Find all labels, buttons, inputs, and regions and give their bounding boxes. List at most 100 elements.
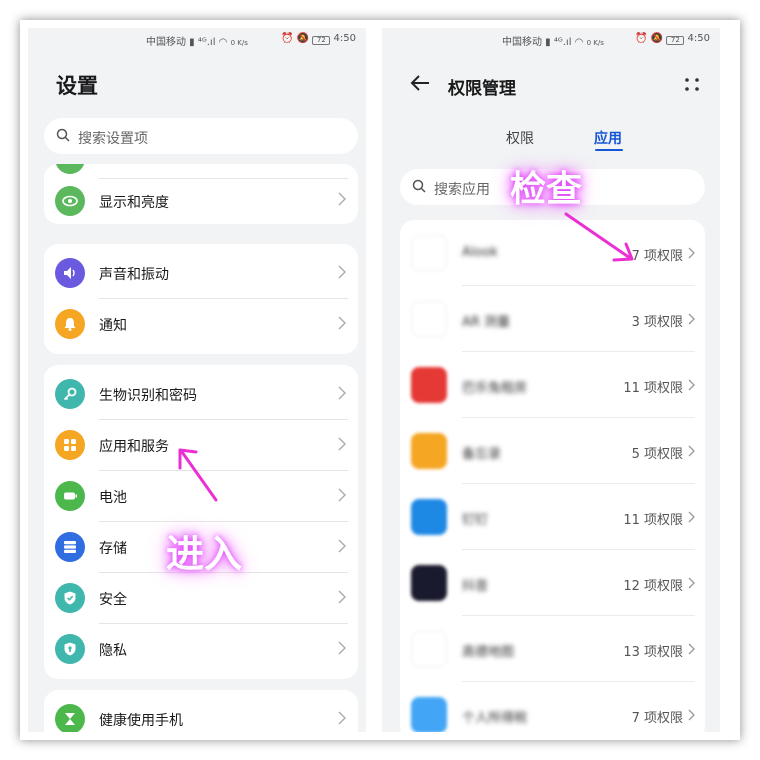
privacy-shield-icon (55, 634, 85, 664)
status-bar: 中国移动 ▮ ⁴ᴳ.ıl ◠ 0 K/s ⏰ 🔕 72 4:50 (382, 28, 720, 50)
permission-count: 7 项权限 (631, 711, 683, 726)
chevron-right-icon (338, 488, 346, 502)
chevron-right-icon (688, 247, 695, 259)
tax-icon (411, 697, 447, 732)
permission-count: 11 项权限 (623, 513, 683, 528)
more-options-icon[interactable] (683, 76, 701, 92)
ar-measure-icon (411, 301, 447, 337)
chevron-right-icon (338, 711, 346, 725)
chevron-right-icon (688, 577, 695, 589)
carrier-label: 中国移动 ▮ ⁴ᴳ.ıl ◠ 0 K/s (146, 37, 248, 48)
chevron-right-icon (688, 379, 695, 391)
app-row[interactable]: 备忘录 5 项权限 (400, 418, 705, 484)
chevron-right-icon (688, 313, 695, 325)
partial-icon (55, 164, 85, 174)
permission-count: 13 项权限 (623, 645, 683, 660)
app-row[interactable]: 钉钉 11 项权限 (400, 484, 705, 550)
app-row[interactable]: 高德地图 13 项权限 (400, 616, 705, 682)
settings-item-label: 显示和亮度 (99, 195, 169, 211)
carrier-label: 中国移动 ▮ ⁴ᴳ.ıl ◠ 0 K/s (502, 37, 604, 48)
memo-icon (411, 433, 447, 469)
net-speed: 0 K/s (586, 39, 604, 47)
app-name: 高德地图 (462, 645, 515, 660)
active-tab-indicator (595, 149, 623, 151)
storage-icon (55, 532, 85, 562)
settings-item-privacy[interactable]: 隐私 (44, 624, 358, 675)
back-arrow-icon[interactable] (410, 74, 430, 92)
battery-icon: 72 (312, 36, 331, 45)
settings-screen: 中国移动 ▮ ⁴ᴳ.ıl ◠ 0 K/s ⏰ 🔕 72 4:50 设置 搜索设置… (28, 28, 366, 732)
settings-item-label: 生物识别和密码 (99, 388, 197, 404)
chevron-right-icon (338, 539, 346, 553)
search-placeholder: 搜索应用 (434, 182, 490, 198)
settings-item-display[interactable]: 显示和亮度 (44, 178, 358, 224)
amap-icon (411, 631, 447, 667)
settings-search-input[interactable]: 搜索设置项 (44, 118, 358, 154)
chevron-right-icon (688, 709, 695, 721)
settings-item-label: 通知 (99, 318, 127, 334)
annotation-check-text: 检查 (510, 169, 583, 210)
app-row[interactable]: 个人所得税 7 项权限 (400, 682, 705, 732)
app-name: 备忘录 (462, 447, 502, 462)
settings-item-sound[interactable]: 声音和振动 (44, 248, 358, 299)
dingtalk-icon (411, 499, 447, 535)
app-row[interactable]: Alook 7 项权限 (400, 220, 705, 286)
settings-item-label: 安全 (99, 592, 127, 608)
battery-icon (55, 481, 85, 511)
hourglass-icon (55, 704, 85, 732)
settings-group-display: 显示和亮度 (44, 164, 358, 224)
permission-manager-screen: 中国移动 ▮ ⁴ᴳ.ıl ◠ 0 K/s ⏰ 🔕 72 4:50 权限管理 权限… (382, 28, 720, 732)
app-row[interactable]: 巴乐兔租房 11 项权限 (400, 352, 705, 418)
settings-group-sound: 声音和振动 通知 (44, 244, 358, 354)
status-right: ⏰ 🔕 72 4:50 (635, 33, 710, 45)
app-name: 钉钉 (462, 513, 489, 528)
settings-item-label: 存储 (99, 541, 127, 557)
chevron-right-icon (338, 192, 346, 206)
permission-count: 5 项权限 (631, 447, 683, 462)
settings-item-label: 应用和服务 (99, 439, 169, 455)
page-title: 设置 (56, 74, 98, 98)
tab-apps[interactable]: 应用 (594, 128, 622, 148)
tab-permissions[interactable]: 权限 (506, 128, 534, 148)
chevron-right-icon (338, 316, 346, 330)
douyin-icon (411, 565, 447, 601)
chevron-right-icon (688, 511, 695, 523)
permission-count: 11 项权限 (623, 381, 683, 396)
app-row[interactable]: 抖音 12 项权限 (400, 550, 705, 616)
search-icon (412, 179, 426, 193)
baletu-icon (411, 367, 447, 403)
settings-item-digital-balance[interactable]: 健康使用手机 (44, 694, 358, 732)
settings-item-label: 电池 (99, 490, 127, 506)
app-name: Alook (462, 245, 498, 260)
app-name: 抖音 (462, 579, 489, 594)
settings-item-biometrics[interactable]: 生物识别和密码 (44, 369, 358, 420)
app-row[interactable]: AR 测量 3 项权限 (400, 286, 705, 352)
key-icon (55, 379, 85, 409)
settings-item-security[interactable]: 安全 (44, 573, 358, 624)
apps-grid-icon (55, 430, 85, 460)
net-speed: 0 K/s (230, 39, 248, 47)
search-icon (56, 128, 70, 142)
chevron-right-icon (338, 437, 346, 451)
permission-count: 12 项权限 (623, 579, 683, 594)
chevron-right-icon (338, 265, 346, 279)
settings-group-health: 健康使用手机 (44, 690, 358, 732)
annotation-enter-text: 进入 (166, 532, 243, 576)
settings-item-label: 隐私 (99, 643, 127, 659)
page-title: 权限管理 (448, 79, 516, 99)
eye-icon (55, 186, 85, 216)
settings-item-notifications[interactable]: 通知 (44, 299, 358, 350)
chevron-right-icon (338, 590, 346, 604)
speaker-icon (55, 258, 85, 288)
settings-item-label: 健康使用手机 (99, 713, 183, 729)
app-permission-list: Alook 7 项权限 AR 测量 3 项权限 巴乐兔租房 11 项权限 备忘录 5 项权限钉… (400, 220, 705, 732)
app-name: 个人所得税 (462, 711, 528, 726)
chevron-right-icon (688, 643, 695, 655)
app-name: AR 测量 (462, 315, 511, 330)
battery-icon: 72 (666, 36, 685, 45)
chevron-right-icon (338, 641, 346, 655)
shield-check-icon (55, 583, 85, 613)
settings-item-label: 声音和振动 (99, 267, 169, 283)
app-name: 巴乐兔租房 (462, 381, 528, 396)
permission-count: 3 项权限 (631, 315, 683, 330)
